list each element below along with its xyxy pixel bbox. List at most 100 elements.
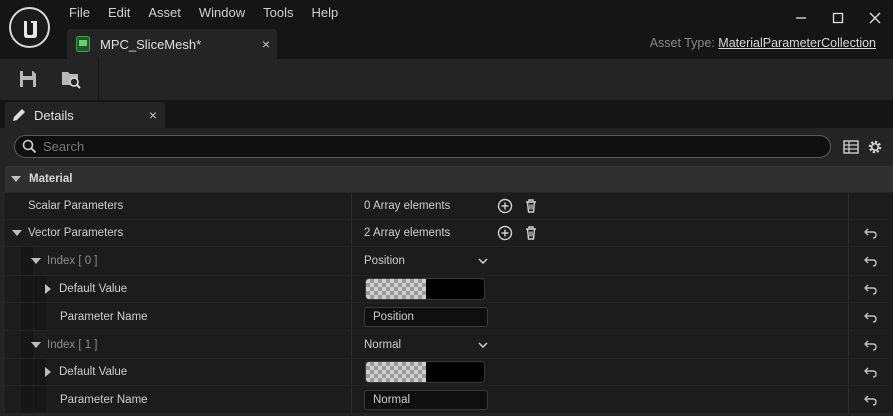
- row-index-1[interactable]: Index [ 1 ] Normal: [5, 331, 893, 358]
- browse-icon[interactable]: [60, 68, 82, 90]
- index-0-label: Index [ 0 ]: [47, 255, 98, 267]
- parameter-name-field[interactable]: Position: [364, 306, 488, 327]
- color-fill: [426, 279, 484, 299]
- reset-to-default-button[interactable]: [849, 386, 893, 413]
- document-tab-close-button[interactable]: ×: [255, 36, 277, 52]
- asset-type-link[interactable]: MaterialParameterCollection: [718, 36, 876, 50]
- delete-all-icon[interactable]: [522, 197, 540, 215]
- scalar-parameters-count: 0 Array elements: [364, 200, 451, 212]
- expand-arrow-icon[interactable]: [12, 230, 22, 236]
- pencil-icon: [13, 109, 25, 121]
- search-icon: [22, 139, 37, 154]
- row-index-0-default-value: Default Value: [5, 276, 893, 302]
- column-divider: [848, 193, 849, 219]
- row-scalar-parameters: Scalar Parameters 0 Array elements: [5, 193, 893, 219]
- add-element-icon[interactable]: [496, 197, 514, 215]
- row-index-0-parameter-name: Parameter Name Position: [5, 303, 893, 330]
- color-fill: [426, 362, 484, 382]
- reset-arrow-icon: [864, 312, 877, 323]
- chevron-down-icon: [478, 341, 488, 348]
- reset-to-default-button[interactable]: [849, 220, 893, 246]
- parameter-name-label: Parameter Name: [60, 310, 148, 323]
- save-icon[interactable]: [17, 68, 39, 90]
- maximize-button[interactable]: [819, 0, 856, 36]
- row-value-cell: Position: [352, 247, 848, 275]
- reset-arrow-icon: [864, 340, 877, 351]
- row-vector-parameters[interactable]: Vector Parameters 2 Array elements: [5, 220, 893, 246]
- toolbar-divider: [98, 59, 99, 100]
- material-parameter-collection-icon: [76, 36, 90, 52]
- search-input[interactable]: [43, 139, 803, 154]
- window-controls: [782, 0, 893, 36]
- title-bar: File Edit Asset Window Tools Help MPC_Sl…: [0, 0, 893, 60]
- row-name-cell: Index [ 1 ]: [5, 331, 351, 358]
- menu-tools[interactable]: Tools: [254, 0, 302, 26]
- parameter-name-label: Parameter Name: [60, 393, 148, 406]
- row-index-1-default-value: Default Value: [5, 359, 893, 385]
- menu-help[interactable]: Help: [302, 0, 347, 26]
- vector-parameters-label: Vector Parameters: [28, 227, 124, 239]
- default-value-label: Default Value: [59, 283, 128, 295]
- property-matrix-icon[interactable]: [843, 139, 859, 155]
- search-box[interactable]: [14, 135, 831, 158]
- row-value-cell: 2 Array elements: [352, 220, 848, 246]
- close-window-button[interactable]: [856, 0, 893, 36]
- expand-arrow-icon[interactable]: [45, 284, 51, 294]
- details-tab-close-button[interactable]: ×: [141, 107, 165, 123]
- unreal-logo-icon[interactable]: [9, 7, 50, 48]
- row-name-cell: Parameter Name: [5, 303, 351, 330]
- menu-file[interactable]: File: [60, 0, 99, 26]
- close-icon: [869, 12, 880, 24]
- menu-edit[interactable]: Edit: [99, 0, 139, 26]
- maximize-icon: [832, 12, 843, 24]
- toolbar: [0, 59, 893, 100]
- row-index-1-parameter-name: Parameter Name Normal: [5, 386, 893, 413]
- minimize-button[interactable]: [782, 0, 819, 36]
- reset-to-default-button[interactable]: [849, 359, 893, 385]
- category-material[interactable]: Material: [5, 166, 893, 192]
- expand-arrow-icon[interactable]: [31, 341, 41, 348]
- chevron-down-icon: [478, 258, 488, 264]
- minimize-icon: [795, 17, 806, 19]
- row-index-0[interactable]: Index [ 0 ] Position: [5, 247, 893, 275]
- details-tab-label: Details: [34, 107, 74, 123]
- row-name-cell: Index [ 0 ]: [5, 247, 351, 275]
- asset-type-info: Asset Type: MaterialParameterCollection: [650, 36, 876, 50]
- details-tab[interactable]: Details ×: [5, 102, 165, 128]
- asset-type-label: Asset Type:: [649, 36, 715, 50]
- index-1-label: Index [ 1 ]: [47, 338, 98, 351]
- row-name-cell: Default Value: [5, 359, 351, 385]
- color-swatch[interactable]: [365, 361, 485, 383]
- reset-arrow-icon: [864, 228, 877, 239]
- expand-arrow-icon[interactable]: [45, 367, 51, 377]
- index-1-combo[interactable]: Normal: [364, 339, 488, 351]
- panel-tab-bar: Details ×: [0, 100, 893, 128]
- default-value-label: Default Value: [59, 366, 128, 378]
- scalar-parameters-label: Scalar Parameters: [28, 200, 124, 212]
- gear-icon[interactable]: [866, 138, 884, 156]
- menu-asset[interactable]: Asset: [139, 0, 190, 26]
- row-value-cell: Normal: [352, 386, 848, 413]
- row-name-cell: Default Value: [5, 276, 351, 302]
- reset-arrow-icon: [864, 256, 877, 267]
- reset-arrow-icon: [864, 367, 877, 378]
- row-value-cell: Normal: [352, 331, 848, 358]
- delete-all-icon[interactable]: [522, 224, 540, 242]
- vector-parameters-count: 2 Array elements: [364, 227, 451, 239]
- index-1-value: Normal: [364, 338, 402, 351]
- menu-window[interactable]: Window: [190, 0, 254, 26]
- category-label: Material: [29, 173, 73, 185]
- color-swatch[interactable]: [365, 278, 485, 300]
- reset-to-default-button[interactable]: [849, 247, 893, 275]
- index-0-combo[interactable]: Position: [364, 255, 488, 267]
- add-element-icon[interactable]: [496, 224, 514, 242]
- parameter-name-field[interactable]: Normal: [364, 389, 488, 410]
- reset-arrow-icon: [864, 395, 877, 406]
- collapse-arrow-icon: [11, 176, 21, 182]
- reset-to-default-button[interactable]: [849, 331, 893, 358]
- row-name-cell: Scalar Parameters: [5, 193, 351, 219]
- expand-arrow-icon[interactable]: [31, 258, 41, 264]
- reset-to-default-button[interactable]: [849, 303, 893, 330]
- document-tab[interactable]: MPC_SliceMesh* ×: [67, 29, 277, 59]
- reset-to-default-button[interactable]: [849, 276, 893, 302]
